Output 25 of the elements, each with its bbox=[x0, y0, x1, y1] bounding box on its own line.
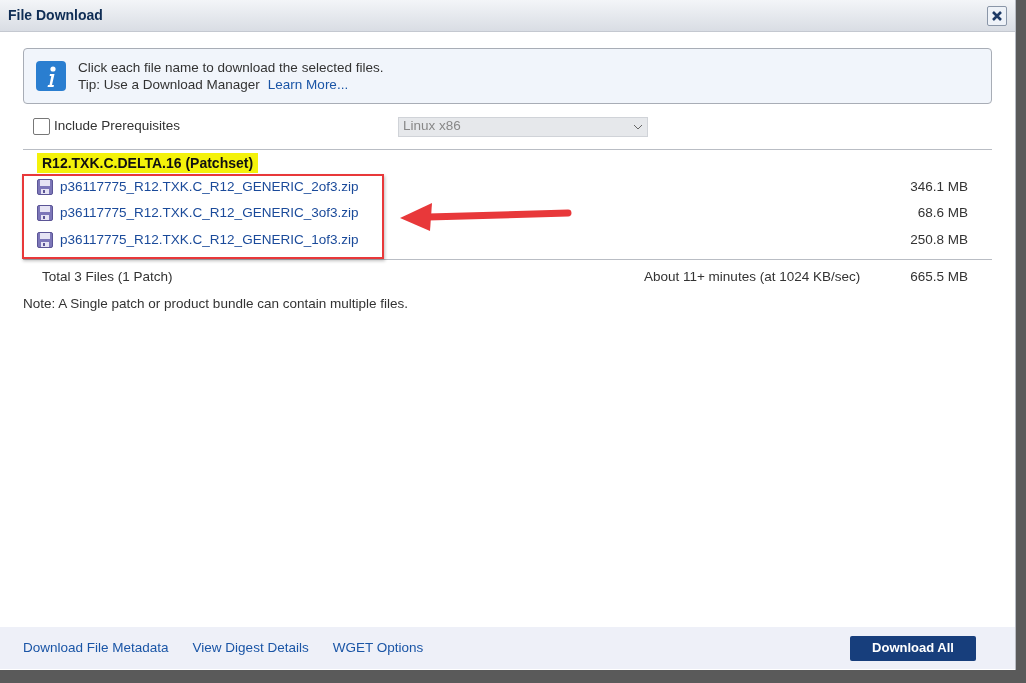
patch-title: R12.TXK.C.DELTA.16 (Patchset) bbox=[37, 153, 259, 173]
download-estimate: About 11+ minutes (at 1024 KB/sec) bbox=[643, 267, 861, 286]
note-text: Note: A Single patch or product bundle can contain multiple files. bbox=[23, 295, 409, 313]
footer-link[interactable]: View Digest Details bbox=[192, 637, 309, 659]
learn-more-link[interactable]: Learn More... bbox=[267, 76, 349, 93]
total-size: 665.5 MB bbox=[910, 267, 968, 286]
file-size: 346.1 MB bbox=[910, 177, 968, 196]
info-message: Click each file name to download the selected files. bbox=[78, 59, 384, 76]
file-size: 250.8 MB bbox=[910, 230, 968, 249]
close-icon bbox=[991, 9, 1003, 22]
download-all-button[interactable]: Download All bbox=[850, 635, 976, 661]
info-icon bbox=[36, 61, 66, 91]
footer-link[interactable]: WGET Options bbox=[332, 637, 424, 659]
close-button[interactable] bbox=[987, 5, 1007, 26]
checkbox-label: Include Prerequisites bbox=[54, 117, 181, 136]
file-link[interactable]: p36117775_R12.TXK.C_R12_GENERIC_2of3.zip bbox=[60, 176, 911, 197]
file-size: 68.6 MB bbox=[917, 204, 968, 223]
file-link[interactable]: p36117775_R12.TXK.C_R12_GENERIC_3of3.zip bbox=[60, 203, 918, 224]
total-label: Total 3 Files (1 Patch) bbox=[42, 267, 174, 286]
tip-text: Tip: Use a Download Manager bbox=[78, 76, 260, 93]
checkbox[interactable] bbox=[33, 118, 50, 135]
file-link[interactable]: p36117775_R12.TXK.C_R12_GENERIC_1of3.zip bbox=[60, 229, 911, 250]
window-title: File Download bbox=[8, 6, 103, 25]
chevron-down-icon bbox=[633, 123, 643, 130]
footer-link[interactable]: Download File Metadata bbox=[23, 637, 169, 659]
